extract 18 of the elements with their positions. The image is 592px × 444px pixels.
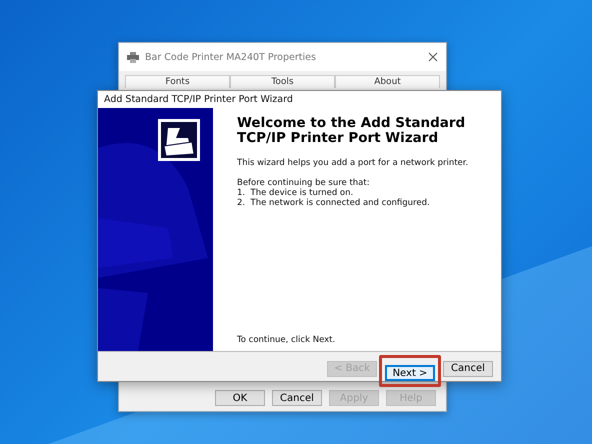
dialog-button[interactable]: Cancel — [272, 390, 322, 406]
checklist-title: Before continuing be sure that: — [237, 178, 371, 188]
dialog-button[interactable]: Cancel — [443, 360, 493, 376]
checklist-item: 1. The device is turned on. — [237, 188, 354, 198]
intro-text: This wizard helps you add a port for a network printer. — [237, 158, 470, 168]
checklist-item: 2. The network is connected and configured. — [237, 198, 431, 208]
printer-icon — [127, 52, 139, 62]
tab[interactable]: Tools — [230, 75, 335, 88]
window-title: Add Standard TCP/IP Printer Port Wizard — [104, 94, 293, 105]
footer-text: To continue, click Next. — [237, 334, 336, 346]
close-icon[interactable] — [428, 52, 438, 62]
highlight-frame — [379, 354, 441, 387]
tab[interactable]: Fonts — [125, 75, 230, 88]
dialog-button[interactable]: OK — [215, 390, 265, 406]
tab[interactable]: About — [335, 75, 440, 88]
window-title: Bar Code Printer MA240T Properties — [145, 52, 316, 62]
next-button[interactable]: Next > — [385, 365, 435, 381]
wizard-heading: Welcome to the Add Standard TCP/IP Printer Port Wizard — [237, 116, 466, 146]
